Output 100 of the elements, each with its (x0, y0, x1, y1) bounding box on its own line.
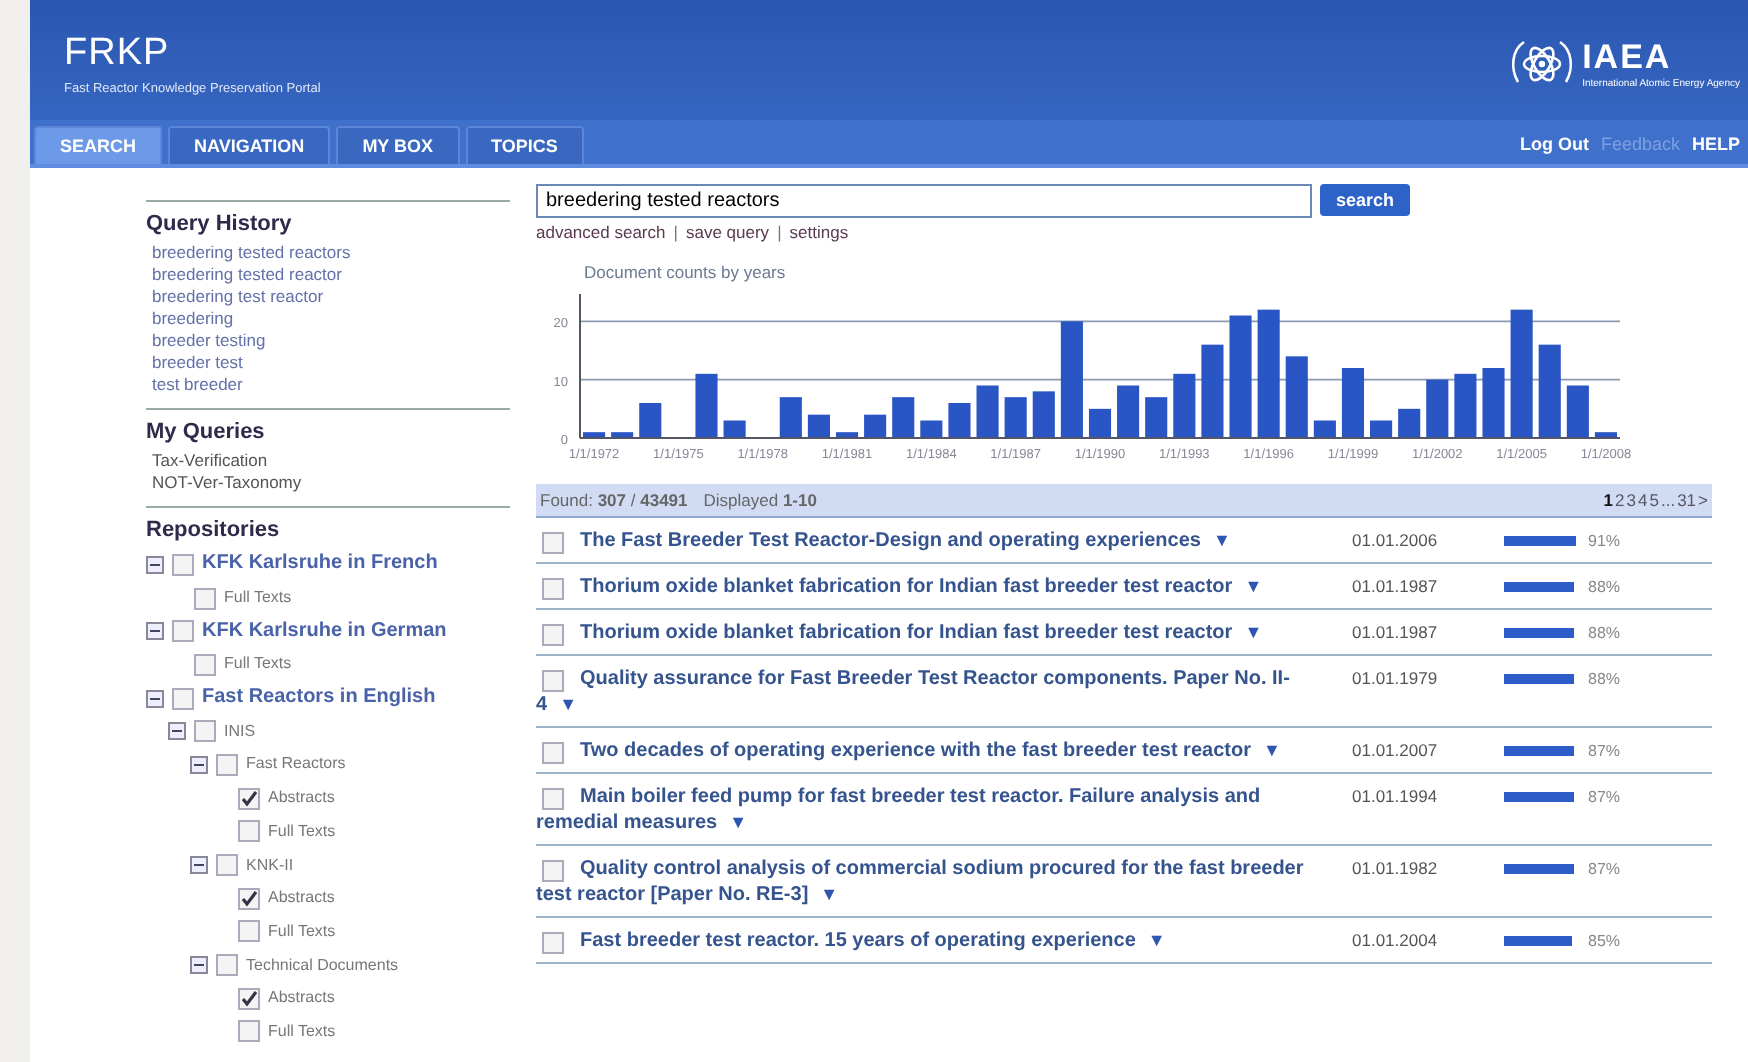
tree-item[interactable]: KFK Karlsruhe in French (202, 552, 438, 577)
history-link[interactable]: breedering tested reactors (146, 242, 506, 264)
checkbox[interactable] (216, 753, 238, 776)
chart-bar (976, 385, 999, 438)
site-logo[interactable]: FRKP (64, 32, 321, 76)
chart-bar (835, 432, 859, 438)
chart-bar (1426, 379, 1449, 438)
tree-item[interactable]: Technical Documents (246, 953, 399, 978)
result-date: 01.01.1987 (1352, 620, 1440, 646)
checkbox[interactable] (542, 670, 564, 692)
tree-item[interactable]: Fast Reactors in English (202, 686, 436, 711)
result-title-link[interactable]: Main boiler feed pump for fast breeder test reactor. Failure analysis and remedial measures ▼ (536, 784, 1316, 836)
checkbox[interactable] (238, 787, 260, 810)
chart-bar (1117, 385, 1140, 438)
checkbox[interactable] (542, 532, 564, 554)
result-title-link[interactable]: The Fast Breeder Test Reactor-Design and operating experiences ▼ (536, 528, 1316, 554)
collapse-icon[interactable] (146, 555, 164, 574)
tree-item[interactable]: Full Texts (268, 919, 336, 944)
checkbox[interactable] (542, 624, 564, 646)
checkbox[interactable] (172, 620, 194, 643)
chart-bar (1510, 309, 1533, 438)
displayed-range: Displayed 1-10 (703, 490, 817, 510)
search-option-link[interactable]: settings (789, 222, 849, 242)
nav-tab[interactable]: MY BOX (336, 126, 460, 164)
relevance-reading: 88% (1588, 670, 1621, 688)
tree-item[interactable]: Full Texts (268, 819, 336, 844)
tree-item[interactable]: Fast Reactors (246, 752, 346, 777)
search-option-link[interactable]: advanced search (536, 222, 666, 242)
checkbox[interactable] (216, 954, 238, 977)
checkbox[interactable] (542, 788, 564, 810)
chart-bar (1201, 344, 1224, 438)
chart-bar (1538, 344, 1561, 438)
history-link[interactable]: breedering (146, 308, 506, 330)
result-title-link[interactable]: Quality control analysis of commercial sodium procured for the fast breeder test reactor [Paper No. RE-3] ▼ (536, 856, 1316, 908)
history-link[interactable]: test breeder (146, 374, 506, 396)
header-link[interactable]: Log Out (1519, 134, 1589, 154)
search-field[interactable]: breedering tested reactors (536, 184, 1312, 218)
result-title-link[interactable]: Quality assurance for Fast Breeder Test Reactor components. Paper No. II-4 ▼ (536, 666, 1316, 718)
result-title-link[interactable]: Two decades of operating experience with the fast breeder test reactor ▼ (536, 738, 1316, 764)
tree-item[interactable]: Full Texts (224, 586, 292, 611)
tree-item[interactable]: Abstracts (268, 786, 335, 811)
result-date: 01.01.1979 (1352, 666, 1440, 692)
saved-query-link[interactable]: Tax-Verification (146, 450, 506, 472)
checkbox[interactable] (194, 587, 216, 610)
page-link[interactable]: 1 (1603, 490, 1614, 510)
checkbox[interactable] (238, 1020, 260, 1043)
checkbox[interactable] (172, 553, 194, 576)
chart-bar (1594, 432, 1617, 438)
tree-item[interactable]: Full Texts (268, 1019, 336, 1044)
checkbox[interactable] (238, 820, 260, 843)
saved-query-link[interactable]: NOT-Ver-Taxonomy (146, 472, 506, 494)
nav-tab[interactable]: NAVIGATION (168, 126, 331, 164)
checkbox[interactable] (194, 653, 216, 676)
page-link[interactable]: 2 (1615, 490, 1625, 510)
page-link[interactable]: 31 (1677, 490, 1697, 510)
page-link[interactable]: 3 (1626, 490, 1636, 510)
chart-bar (1454, 373, 1477, 438)
checkbox[interactable] (542, 742, 564, 764)
history-link[interactable]: breeder testing (146, 330, 506, 352)
checkbox[interactable] (238, 920, 260, 943)
page-link[interactable]: 5 (1649, 490, 1659, 510)
checkbox[interactable] (542, 860, 564, 882)
collapse-icon[interactable] (190, 755, 208, 774)
search-option-link[interactable]: save query (685, 222, 770, 242)
history-link[interactable]: breedering tested reactor (146, 264, 506, 286)
checkbox[interactable] (238, 887, 260, 910)
checkbox[interactable] (194, 720, 216, 743)
checkbox[interactable] (542, 932, 564, 954)
result-title-link[interactable]: Fast breeder test reactor. 15 years of operating experience ▼ (536, 928, 1316, 954)
header-link[interactable]: HELP (1691, 134, 1740, 154)
chart-bar (723, 420, 746, 438)
result-title-link[interactable]: Thorium oxide blanket fabrication for Indian fast breeder test reactor ▼ (536, 574, 1316, 600)
next-page-link[interactable]: > (1698, 490, 1708, 510)
history-link[interactable]: breeder test (146, 352, 506, 374)
link-separator: | (673, 222, 678, 242)
tree-item[interactable]: Full Texts (224, 652, 292, 677)
checkbox[interactable] (238, 987, 260, 1010)
collapse-icon[interactable] (190, 856, 208, 875)
relevance-reading: 87% (1588, 788, 1621, 806)
tree-item[interactable]: Abstracts (268, 886, 335, 911)
nav-tab[interactable]: SEARCH (34, 126, 163, 164)
collapse-icon[interactable] (146, 689, 164, 708)
nav-tab[interactable]: TOPICS (465, 126, 584, 164)
page-link[interactable]: 4 (1638, 490, 1648, 510)
collapse-icon[interactable] (168, 722, 186, 741)
history-link[interactable]: breedering test reactor (146, 286, 506, 308)
result-date: 01.01.1987 (1352, 574, 1440, 600)
search-button[interactable]: search (1320, 184, 1411, 216)
checkbox[interactable] (216, 854, 238, 877)
tree-item[interactable]: KFK Karlsruhe in German (202, 619, 447, 644)
relevance-reading: 91% (1588, 532, 1621, 550)
result-title-link[interactable]: Thorium oxide blanket fabrication for Indian fast breeder test reactor ▼ (536, 620, 1316, 646)
collapse-icon[interactable] (190, 956, 208, 975)
tree-item[interactable]: KNK-II (246, 853, 294, 878)
tree-item[interactable]: INIS (224, 719, 256, 744)
result-date: 01.01.1994 (1352, 784, 1440, 810)
collapse-icon[interactable] (146, 622, 164, 641)
checkbox[interactable] (172, 687, 194, 710)
checkbox[interactable] (542, 578, 564, 600)
tree-item[interactable]: Abstracts (268, 986, 335, 1011)
